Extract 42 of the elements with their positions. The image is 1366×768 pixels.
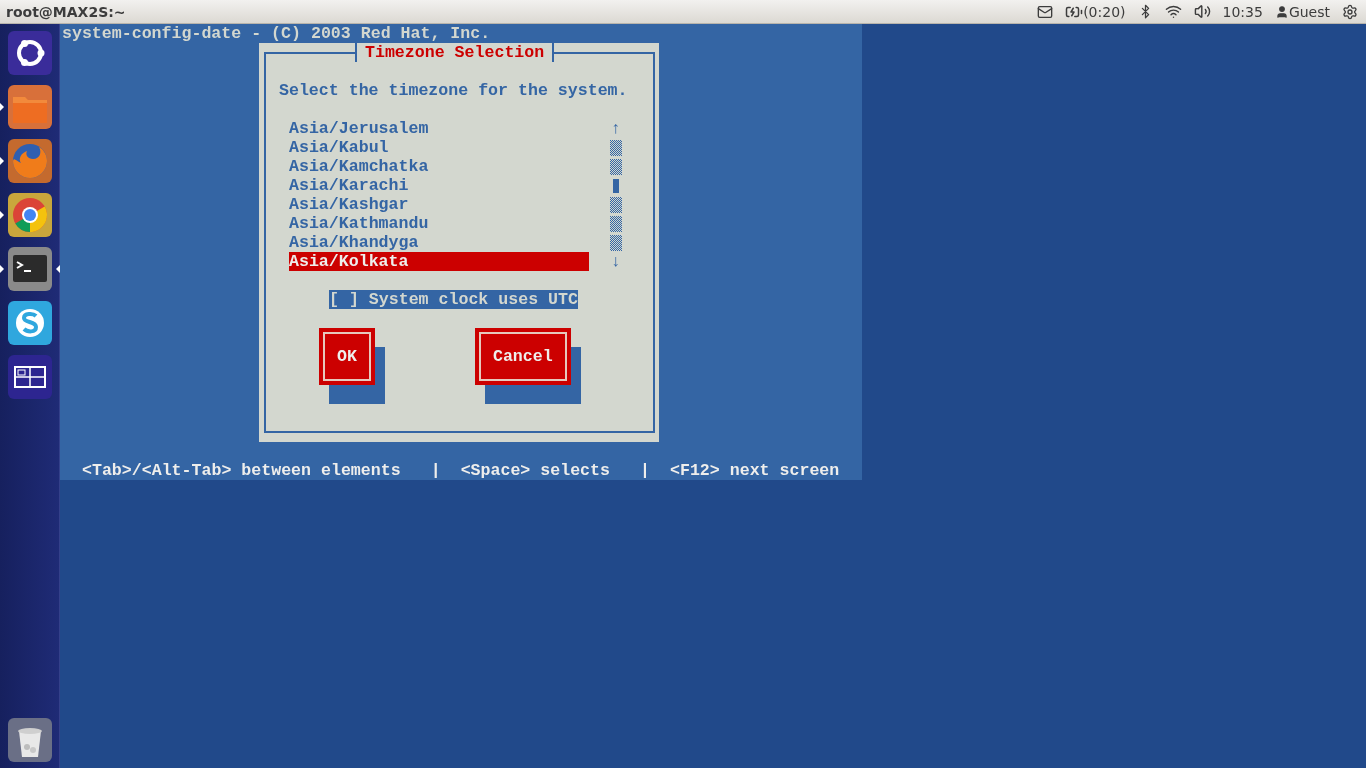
dialog-prompt: Select the timezone for the system. (279, 81, 629, 100)
terminal-icon[interactable] (6, 246, 53, 292)
volume-icon[interactable] (1193, 3, 1211, 20)
user-name[interactable]: Guest (1288, 3, 1330, 20)
scrollbar-track (610, 234, 622, 251)
dialog-title: Timezone Selection (355, 43, 555, 62)
folder-icon[interactable] (6, 84, 53, 130)
chat-bubble-icon[interactable] (6, 300, 53, 346)
scrollbar-track (610, 215, 622, 232)
key-hint: <F12> next screen (669, 461, 840, 480)
trash-icon[interactable] (6, 717, 53, 763)
timezone-item[interactable]: Asia/Kolkata (289, 252, 589, 271)
timezone-item[interactable]: Asia/Khandyga (289, 233, 589, 252)
user-icon[interactable] (1274, 4, 1289, 19)
scrollbar-thumb[interactable] (613, 178, 619, 193)
window-title: root@MAX2S:~ (6, 3, 127, 20)
separator: | (430, 461, 441, 480)
scrollbar-track (610, 196, 622, 213)
timezone-item[interactable]: Asia/Kashgar (289, 195, 589, 214)
timezone-item[interactable]: Asia/Kamchatka (289, 157, 589, 176)
chrome-icon[interactable] (6, 192, 53, 238)
timezone-item[interactable]: Asia/Jerusalem (289, 119, 589, 138)
firefox-icon[interactable] (6, 138, 53, 184)
settings-icon[interactable] (1342, 3, 1358, 20)
key-hint: <Tab>/<Alt-Tab> between elements (82, 461, 401, 480)
timezone-item[interactable]: Asia/Kabul (289, 138, 589, 157)
timezone-item[interactable]: Asia/Karachi (289, 176, 589, 195)
mail-icon[interactable] (1037, 3, 1054, 20)
separator: | (640, 461, 650, 480)
scroll-up-arrow[interactable]: ↑ (611, 119, 621, 138)
scrollbar-track (610, 139, 622, 156)
timezone-item[interactable]: Asia/Kathmandu (289, 214, 589, 233)
utc-checkbox[interactable]: [ ] System clock uses UTC (329, 290, 578, 309)
scrollbar-track (610, 158, 622, 175)
battery-time: (0:20) (1083, 3, 1126, 20)
scroll-down-arrow[interactable]: ↓ (611, 252, 621, 271)
wifi-icon[interactable] (1164, 3, 1182, 20)
ubuntu-logo-icon[interactable] (6, 30, 53, 76)
workspace-switcher-icon[interactable] (6, 354, 53, 400)
clock[interactable]: 10:35 (1222, 3, 1263, 20)
key-hint: <Space> selects (460, 461, 610, 480)
terminal-header: system-config-date - (C) 2003 Red Hat, Inc. (61, 24, 492, 43)
